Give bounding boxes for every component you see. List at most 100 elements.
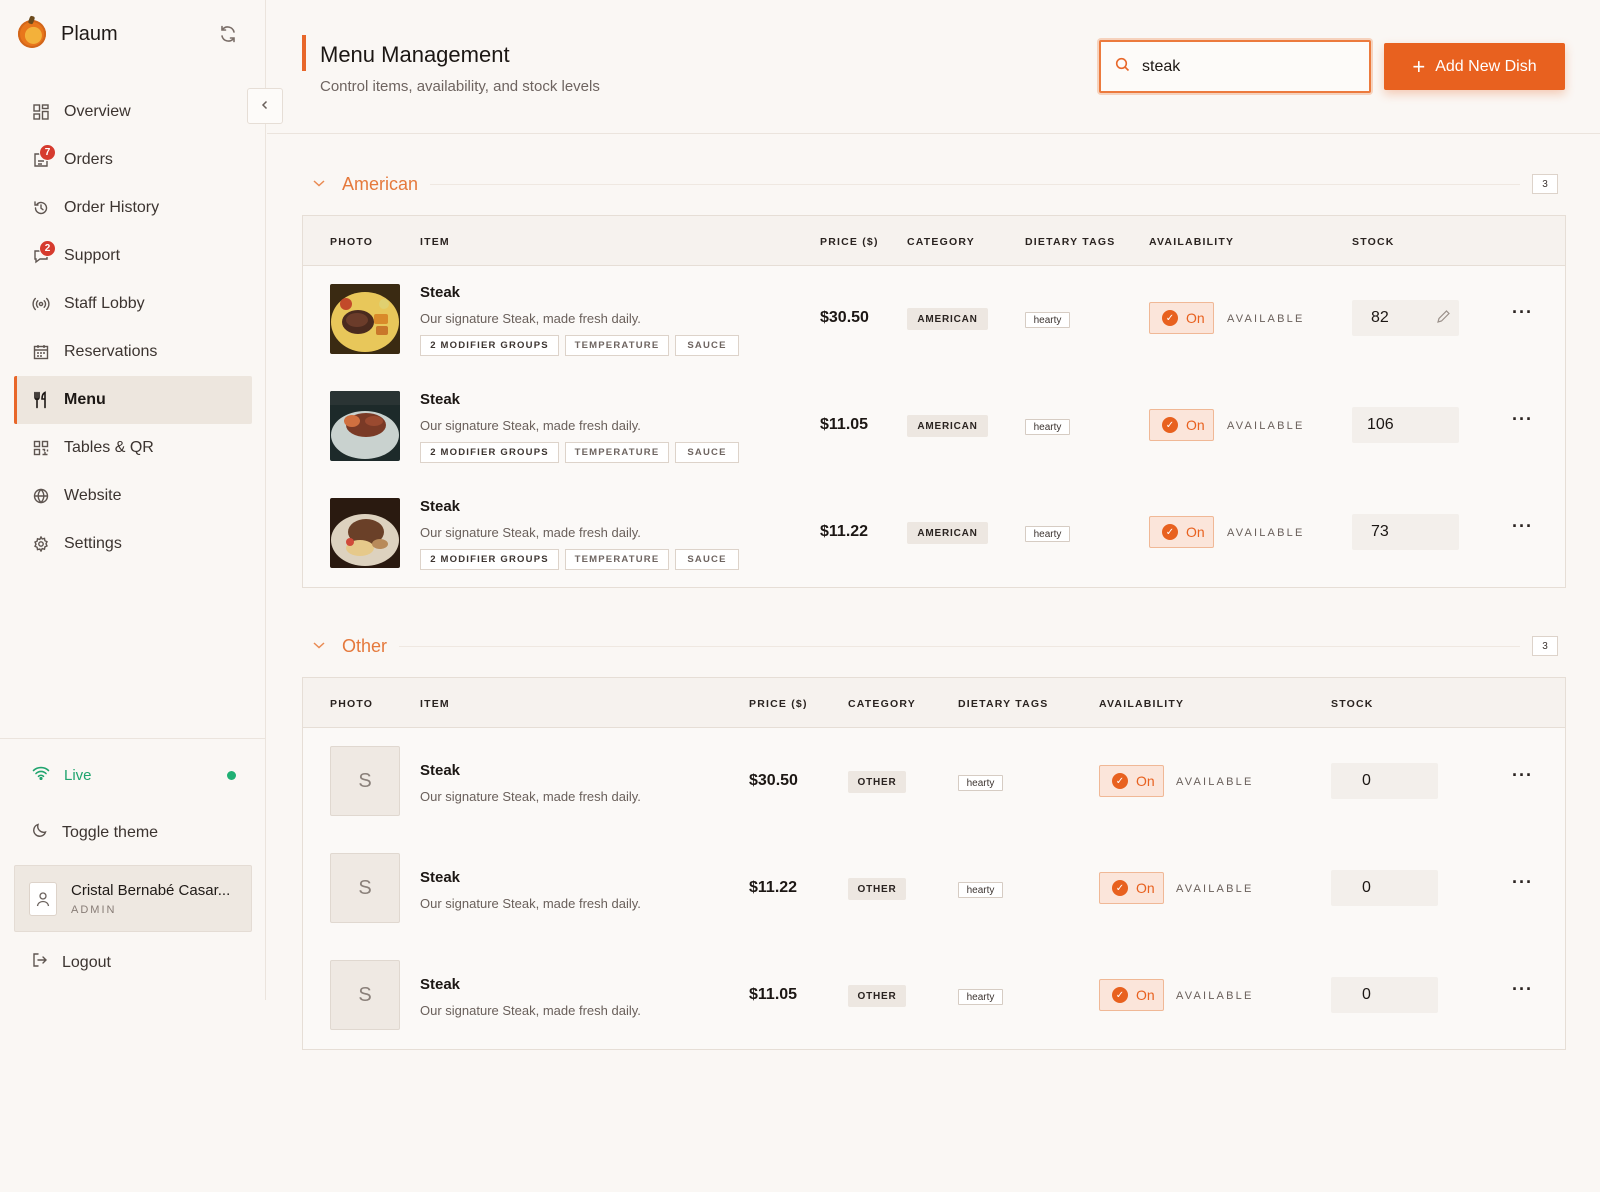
dietary-tag: hearty <box>958 775 1003 791</box>
menu-table-other: PHOTO ITEM PRICE ($) CATEGORY DIETARY TA… <box>302 677 1566 1050</box>
add-new-dish-button[interactable]: + Add New Dish <box>1384 43 1565 90</box>
more-actions-icon[interactable]: ··· <box>1512 765 1533 786</box>
item-description: Our signature Steak, made fresh daily. <box>420 418 641 433</box>
search-box[interactable] <box>1099 40 1371 93</box>
stock-input[interactable]: 0 <box>1331 870 1438 906</box>
modifier-groups-chip[interactable]: 2 MODIFIER GROUPS <box>420 335 559 356</box>
table-row[interactable]: S Steak Our signature Steak, made fresh … <box>303 728 1565 835</box>
modifier-chip-sauce[interactable]: SAUCE <box>675 442 739 463</box>
modifier-chip-sauce[interactable]: SAUCE <box>675 549 739 570</box>
availability-toggle[interactable]: ✓ On <box>1099 872 1164 904</box>
table-row[interactable]: S Steak Our signature Steak, made fresh … <box>303 942 1565 1049</box>
item-description: Our signature Steak, made fresh daily. <box>420 311 641 326</box>
column-header-dietary-tags: DIETARY TAGS <box>1025 236 1116 248</box>
section-header-american[interactable]: American 3 <box>312 169 1558 199</box>
search-icon <box>1115 57 1130 77</box>
column-header-category: CATEGORY <box>907 236 975 248</box>
item-description: Our signature Steak, made fresh daily. <box>420 1003 641 1018</box>
sidebar-item-overview[interactable]: Overview <box>14 88 252 136</box>
sidebar-item-staff-lobby[interactable]: Staff Lobby <box>14 280 252 328</box>
item-price: $30.50 <box>820 309 869 326</box>
more-actions-icon[interactable]: ··· <box>1512 409 1533 430</box>
sidebar-item-support[interactable]: 2 Support <box>14 232 252 280</box>
more-actions-icon[interactable]: ··· <box>1512 979 1533 1000</box>
item-price: $11.05 <box>820 416 869 433</box>
page-title: Menu Management <box>320 42 510 67</box>
dish-photo <box>330 284 400 354</box>
logout-label: Logout <box>62 953 111 971</box>
sidebar-item-orders[interactable]: 7 Orders <box>14 136 252 184</box>
modifier-chip-temperature[interactable]: TEMPERATURE <box>565 442 669 463</box>
brand[interactable]: Plaum <box>18 20 118 48</box>
more-actions-icon[interactable]: ··· <box>1512 302 1533 323</box>
sidebar-item-label: Order History <box>64 199 160 216</box>
toggle-label: On <box>1186 310 1205 326</box>
availability-status: AVAILABLE <box>1227 527 1305 539</box>
availability-toggle[interactable]: ✓ On <box>1099 765 1164 797</box>
availability-toggle[interactable]: ✓ On <box>1149 516 1214 548</box>
item-name: Steak <box>420 976 461 993</box>
sidebar-nav: Overview 7 Orders Order History 2 Suppor… <box>14 88 252 568</box>
brand-logo-icon <box>18 20 46 48</box>
toggle-theme-button[interactable]: Toggle theme <box>32 822 158 843</box>
more-actions-icon[interactable]: ··· <box>1512 516 1533 537</box>
refresh-icon[interactable] <box>218 24 242 48</box>
column-header-photo: PHOTO <box>330 236 374 248</box>
sidebar-item-settings[interactable]: Settings <box>14 520 252 568</box>
sidebar-item-tables-qr[interactable]: Tables & QR <box>14 424 252 472</box>
search-input[interactable] <box>1142 57 1342 76</box>
modifier-groups-chip[interactable]: 2 MODIFIER GROUPS <box>420 442 559 463</box>
stock-input[interactable]: 106 <box>1352 407 1459 443</box>
availability-toggle[interactable]: ✓ On <box>1149 409 1214 441</box>
section-divider <box>399 645 1520 647</box>
sidebar-item-reservations[interactable]: Reservations <box>14 328 252 376</box>
category-badge: AMERICAN <box>907 415 988 437</box>
wifi-icon <box>32 766 50 784</box>
modifier-chip-sauce[interactable]: SAUCE <box>675 335 739 356</box>
stock-input[interactable]: 0 <box>1331 977 1438 1013</box>
availability-toggle[interactable]: ✓ On <box>1099 979 1164 1011</box>
sidebar-divider <box>0 738 266 739</box>
user-card[interactable]: Cristal Bernabé Casar... ADMIN <box>14 865 252 932</box>
sidebar-item-order-history[interactable]: Order History <box>14 184 252 232</box>
stock-input[interactable]: 73 <box>1352 514 1459 550</box>
item-name: Steak <box>420 284 461 301</box>
stock-input[interactable]: 82 <box>1352 300 1459 336</box>
title-accent-bar <box>302 35 306 71</box>
table-row[interactable]: Steak Our signature Steak, made fresh da… <box>303 266 1565 373</box>
sidebar-item-menu[interactable]: Menu <box>14 376 252 424</box>
availability-status: AVAILABLE <box>1176 776 1254 788</box>
calendar-icon <box>32 343 50 361</box>
table-row[interactable]: Steak Our signature Steak, made fresh da… <box>303 480 1565 587</box>
column-header-price: PRICE ($) <box>820 236 879 248</box>
column-header-item: ITEM <box>420 236 450 248</box>
column-header-dietary-tags: DIETARY TAGS <box>958 698 1049 710</box>
plus-icon: + <box>1412 53 1426 79</box>
sidebar-item-label: Overview <box>64 103 131 120</box>
table-row[interactable]: S Steak Our signature Steak, made fresh … <box>303 835 1565 942</box>
stock-input[interactable]: 0 <box>1331 763 1438 799</box>
availability-toggle[interactable]: ✓ On <box>1149 302 1214 334</box>
check-icon: ✓ <box>1112 880 1128 896</box>
sidebar-item-website[interactable]: Website <box>14 472 252 520</box>
availability-status: AVAILABLE <box>1227 420 1305 432</box>
globe-icon <box>32 487 50 505</box>
dish-photo-placeholder: S <box>330 960 400 1030</box>
pencil-icon[interactable] <box>1435 309 1451 330</box>
item-name: Steak <box>420 762 461 779</box>
logout-button[interactable]: Logout <box>32 952 111 973</box>
more-actions-icon[interactable]: ··· <box>1512 872 1533 893</box>
availability-status: AVAILABLE <box>1176 883 1254 895</box>
sidebar-item-label: Website <box>64 487 122 504</box>
category-badge: AMERICAN <box>907 308 988 330</box>
table-row[interactable]: Steak Our signature Steak, made fresh da… <box>303 373 1565 480</box>
section-header-other[interactable]: Other 3 <box>312 631 1558 661</box>
modifier-chip-temperature[interactable]: TEMPERATURE <box>565 549 669 570</box>
section-title: American <box>342 173 419 194</box>
collapse-sidebar-button[interactable] <box>247 88 283 124</box>
modifier-chip-temperature[interactable]: TEMPERATURE <box>565 335 669 356</box>
stock-value: 73 <box>1371 523 1389 540</box>
modifier-groups-chip[interactable]: 2 MODIFIER GROUPS <box>420 549 559 570</box>
user-name: Cristal Bernabé Casar... <box>71 881 231 899</box>
dietary-tag: hearty <box>1025 526 1070 542</box>
